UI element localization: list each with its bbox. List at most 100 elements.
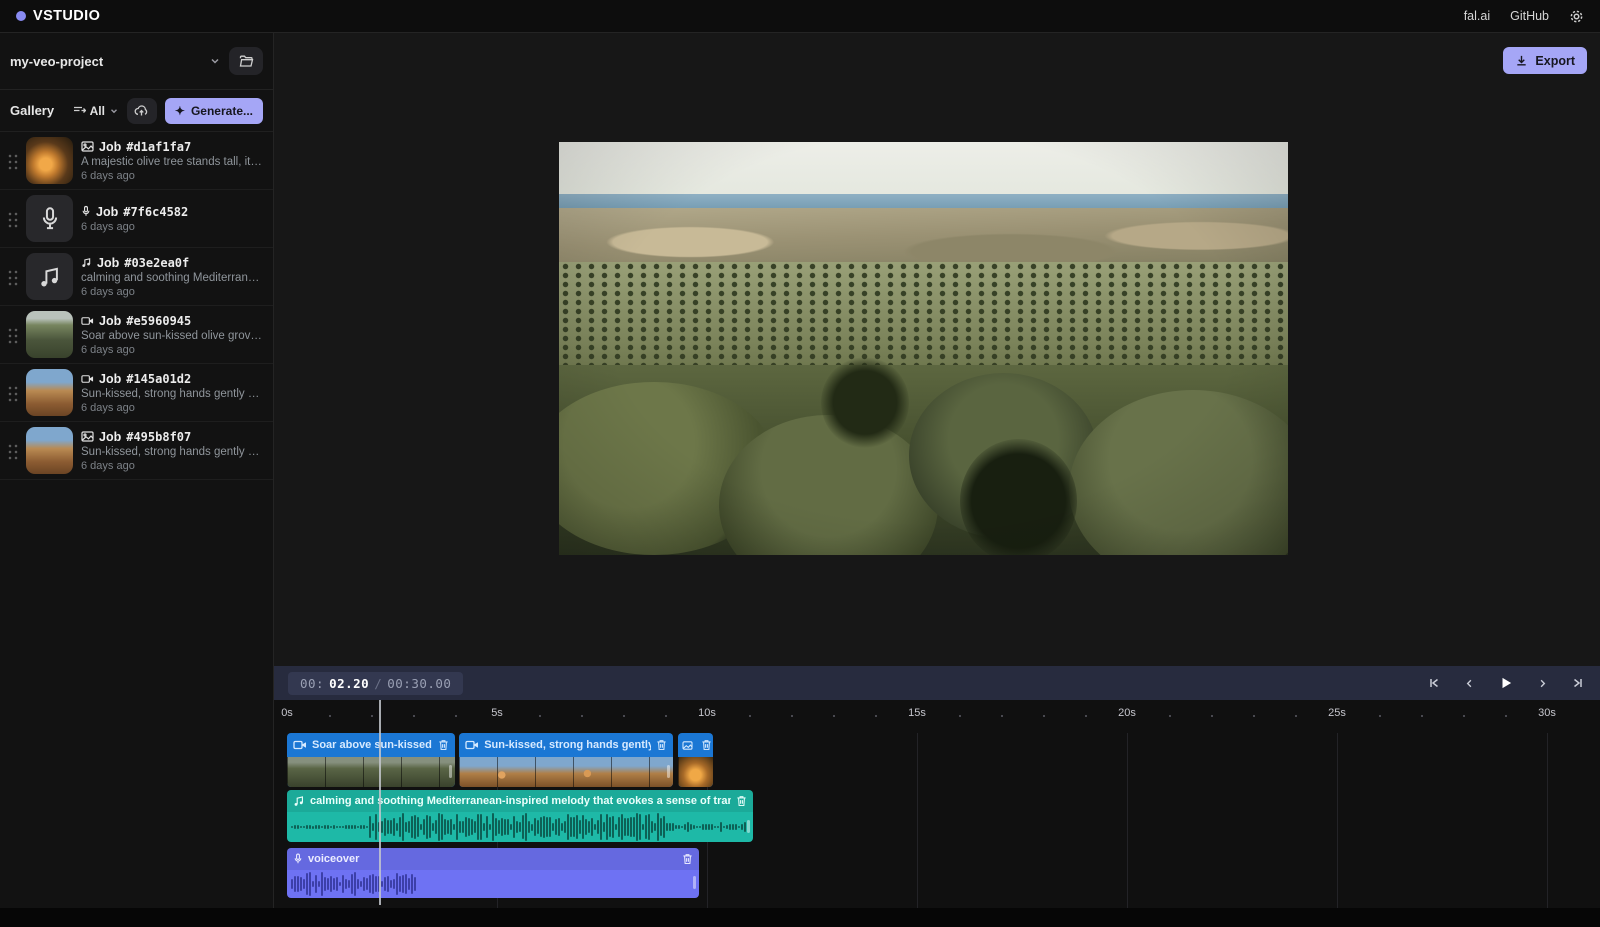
- play-button[interactable]: [1497, 674, 1515, 692]
- drag-handle-icon[interactable]: [6, 384, 18, 402]
- drag-handle-icon[interactable]: [6, 442, 18, 460]
- trash-icon[interactable]: [438, 739, 449, 751]
- job-time: 6 days ago: [81, 402, 265, 414]
- upload-button[interactable]: [127, 98, 157, 124]
- total-time: 00:30.00: [387, 676, 451, 691]
- gear-icon: [1569, 9, 1584, 24]
- clip-resize-handle[interactable]: [667, 765, 670, 778]
- chevron-right-icon: [1537, 678, 1548, 689]
- drag-handle-icon[interactable]: [6, 210, 18, 228]
- top-nav: fal.ai GitHub: [1464, 9, 1584, 24]
- job-item[interactable]: Job #d1af1fa7 A majestic olive tree stan…: [0, 132, 273, 190]
- clip-label: voiceover: [308, 853, 677, 865]
- filter-value: All: [90, 104, 105, 118]
- time-display: 00:02.20 / 00:30.00: [288, 672, 463, 695]
- play-icon: [1499, 676, 1513, 690]
- skip-to-end-button[interactable]: [1570, 675, 1586, 691]
- generate-label: Generate...: [191, 104, 253, 118]
- timeline-music-clip[interactable]: calming and soothing Mediterranean-inspi…: [287, 790, 753, 842]
- voiceover-waveform: [287, 870, 699, 898]
- image-icon: [682, 741, 693, 750]
- job-list: Job #d1af1fa7 A majestic olive tree stan…: [0, 132, 273, 480]
- job-item[interactable]: Job #495b8f07 Sun-kissed, strong hands g…: [0, 422, 273, 480]
- timeline-video-clip[interactable]: Sun-kissed, strong hands gently plu: [459, 733, 673, 787]
- gallery-title: Gallery: [10, 103, 65, 118]
- timeline-ruler[interactable]: 0s5s10s15s20s25s30s: [274, 700, 1600, 733]
- export-button[interactable]: Export: [1503, 47, 1587, 74]
- playhead[interactable]: [379, 700, 381, 905]
- gallery-filter[interactable]: All: [73, 104, 119, 118]
- job-title: Job: [96, 205, 118, 219]
- step-forward-button[interactable]: [1535, 676, 1550, 691]
- chevron-down-icon: [109, 106, 119, 116]
- job-thumbnail: [26, 427, 73, 474]
- top-bar: VSTUDIO fal.ai GitHub: [0, 0, 1600, 33]
- clip-resize-handle[interactable]: [449, 765, 452, 778]
- bottom-bar: [0, 908, 1600, 927]
- job-desc: A majestic olive tree stands tall, its…: [81, 156, 265, 168]
- job-time: 6 days ago: [81, 460, 265, 472]
- timeline-image-clip[interactable]: A: [678, 733, 714, 787]
- skip-to-start-button[interactable]: [1426, 675, 1442, 691]
- job-desc: Soar above sun-kissed olive groves,…: [81, 330, 265, 342]
- step-back-button[interactable]: [1462, 676, 1477, 691]
- project-name[interactable]: my-veo-project: [10, 54, 103, 69]
- job-item[interactable]: Job #145a01d2 Sun-kissed, strong hands g…: [0, 364, 273, 422]
- fal-link[interactable]: fal.ai: [1464, 9, 1490, 23]
- chevron-down-icon[interactable]: [209, 55, 221, 67]
- job-item[interactable]: Job #e5960945 Soar above sun-kissed oliv…: [0, 306, 273, 364]
- microphone-icon: [81, 205, 91, 218]
- job-thumbnail: [26, 137, 73, 184]
- clip-filmstrip: [678, 757, 714, 787]
- clip-filmstrip: [287, 757, 455, 787]
- transport-controls: [1426, 674, 1586, 692]
- clip-label: Soar above sun-kissed olive: [312, 739, 433, 751]
- job-title: Job: [99, 314, 121, 328]
- timeline-voiceover-clip[interactable]: voiceover: [287, 848, 699, 898]
- job-thumbnail: [26, 195, 73, 242]
- job-time: 6 days ago: [81, 221, 265, 233]
- job-id: #e5960945: [126, 314, 191, 328]
- job-title: Job: [99, 430, 121, 444]
- generate-button[interactable]: ✦ Generate...: [165, 98, 263, 124]
- project-selector-row: my-veo-project: [0, 33, 273, 90]
- clip-label: Sun-kissed, strong hands gently plu: [484, 739, 651, 751]
- music-track: calming and soothing Mediterranean-inspi…: [274, 790, 1600, 842]
- folder-icon: [239, 55, 254, 68]
- vstudio-app: VSTUDIO fal.ai GitHub my-veo-project: [0, 0, 1600, 927]
- job-item[interactable]: Job #03e2ea0f calming and soothing Medit…: [0, 248, 273, 306]
- clip-filmstrip: [459, 757, 673, 787]
- github-link[interactable]: GitHub: [1510, 9, 1549, 23]
- job-id: #d1af1fa7: [126, 140, 191, 154]
- clip-resize-handle[interactable]: [747, 820, 750, 833]
- trash-icon[interactable]: [656, 739, 667, 751]
- gallery-header: Gallery All: [0, 90, 273, 132]
- time-separator: /: [374, 676, 382, 691]
- trash-icon[interactable]: [701, 739, 712, 751]
- settings-button[interactable]: [1569, 9, 1584, 24]
- job-item[interactable]: Job #7f6c4582 6 days ago: [0, 190, 273, 248]
- drag-handle-icon[interactable]: [6, 268, 18, 286]
- microphone-icon: [293, 853, 303, 865]
- export-label: Export: [1535, 54, 1575, 68]
- video-preview: [559, 142, 1288, 555]
- music-waveform: [287, 812, 753, 842]
- open-project-button[interactable]: [229, 47, 263, 75]
- app-title: VSTUDIO: [33, 8, 100, 24]
- job-time: 6 days ago: [81, 286, 265, 298]
- trash-icon[interactable]: [682, 853, 693, 865]
- image-icon: [81, 141, 94, 152]
- job-title: Job: [99, 372, 121, 386]
- job-id: #145a01d2: [126, 372, 191, 386]
- video-camera-icon: [293, 740, 307, 750]
- music-note-icon: [38, 265, 62, 289]
- clip-resize-handle[interactable]: [693, 876, 696, 889]
- download-icon: [1515, 54, 1528, 67]
- drag-handle-icon[interactable]: [6, 152, 18, 170]
- sparkles-icon: ✦: [175, 105, 185, 117]
- timeline-video-clip[interactable]: Soar above sun-kissed olive: [287, 733, 455, 787]
- time-hours-prefix: 00:: [300, 676, 324, 691]
- job-time: 6 days ago: [81, 344, 265, 356]
- drag-handle-icon[interactable]: [6, 326, 18, 344]
- trash-icon[interactable]: [736, 795, 747, 807]
